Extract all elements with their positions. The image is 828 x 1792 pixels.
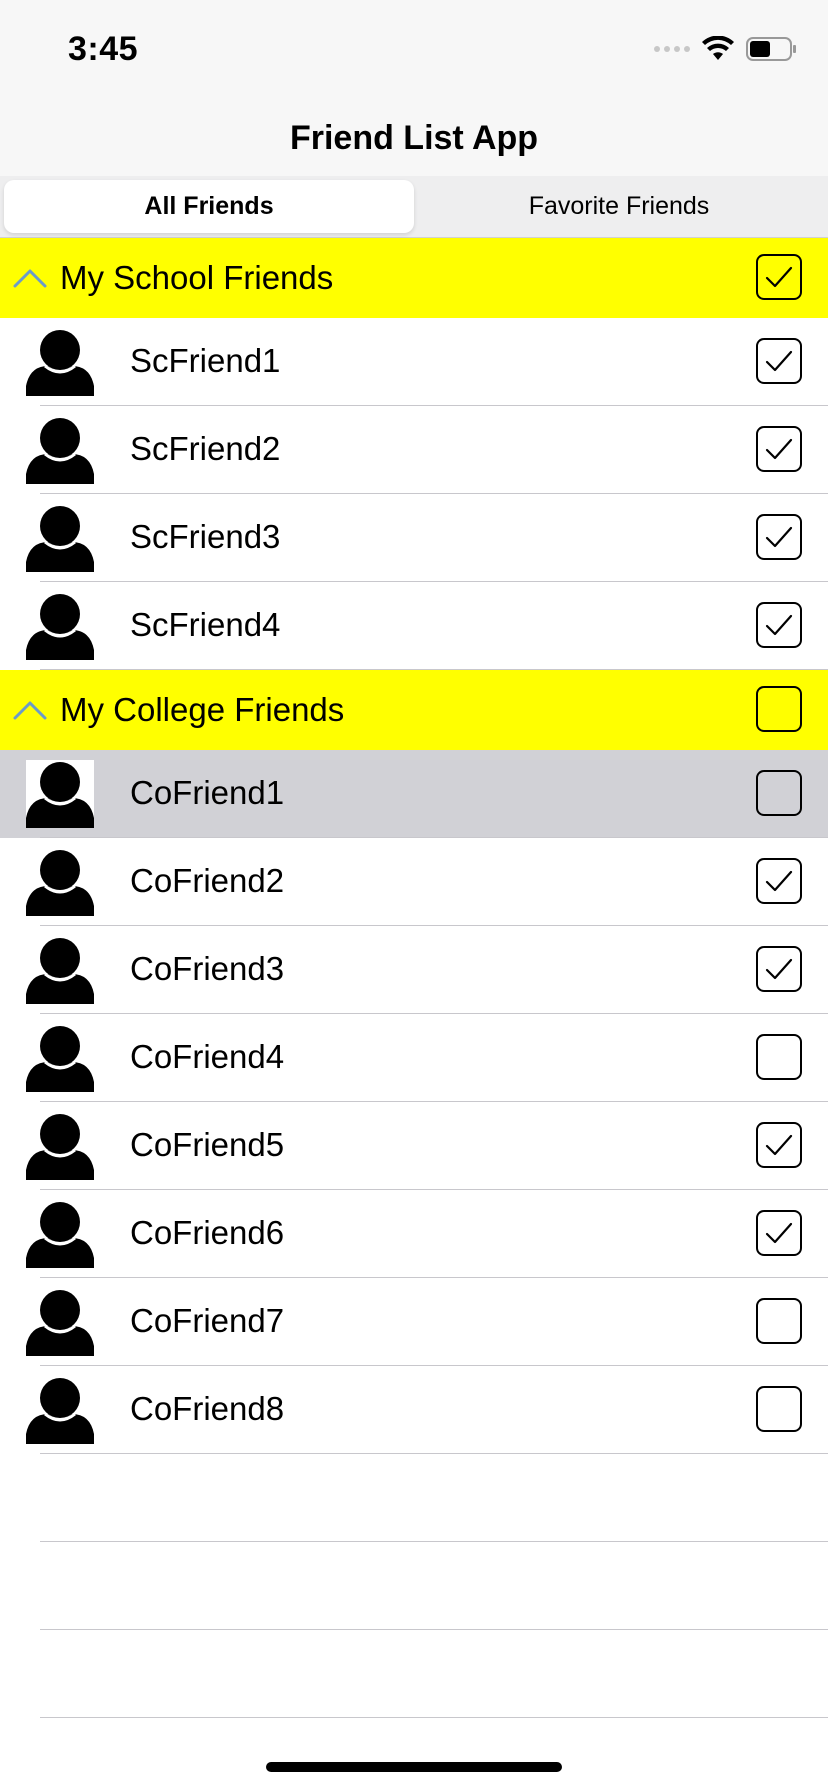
checkmark-icon xyxy=(765,438,793,460)
friend-checkbox[interactable] xyxy=(756,1210,802,1256)
friend-checkbox[interactable] xyxy=(756,338,802,384)
section-header[interactable]: My College Friends xyxy=(0,670,828,750)
person-icon xyxy=(26,416,94,484)
friend-row[interactable]: ScFriend2 xyxy=(0,406,828,494)
friend-row[interactable]: CoFriend6 xyxy=(0,1190,828,1278)
chevron-up-icon[interactable] xyxy=(10,694,50,724)
checkmark-icon xyxy=(765,1134,793,1156)
friend-name: CoFriend6 xyxy=(130,1214,285,1251)
friend-name: CoFriend3 xyxy=(130,950,285,987)
friend-checkbox[interactable] xyxy=(756,946,802,992)
friend-row[interactable]: ScFriend3 xyxy=(0,494,828,582)
person-icon xyxy=(26,760,94,828)
empty-row xyxy=(0,1542,828,1630)
friend-row[interactable]: ScFriend4 xyxy=(0,582,828,670)
segmented-control: All Friends Favorite Friends xyxy=(0,176,828,238)
person-icon xyxy=(26,936,94,1004)
friend-row[interactable]: CoFriend4 xyxy=(0,1014,828,1102)
friend-name: ScFriend1 xyxy=(130,342,281,379)
friend-checkbox[interactable] xyxy=(756,1122,802,1168)
friend-name: CoFriend1 xyxy=(130,774,285,811)
friend-list: My School Friends ScFriend1 ScFriend2 ScFri… xyxy=(0,238,828,1718)
section-title: My School Friends xyxy=(60,259,334,296)
friend-checkbox[interactable] xyxy=(756,514,802,560)
friend-checkbox[interactable] xyxy=(756,770,802,816)
friend-row[interactable]: CoFriend2 xyxy=(0,838,828,926)
friend-row[interactable]: CoFriend1 xyxy=(0,750,828,838)
friend-name: ScFriend2 xyxy=(130,430,281,467)
person-icon xyxy=(26,1376,94,1444)
person-icon xyxy=(26,592,94,660)
chevron-up-icon[interactable] xyxy=(10,262,50,292)
section-title: My College Friends xyxy=(60,691,345,728)
section-checkbox[interactable] xyxy=(756,686,802,732)
friend-name: CoFriend8 xyxy=(130,1390,285,1427)
empty-row xyxy=(0,1630,828,1718)
friend-name: ScFriend4 xyxy=(130,606,281,643)
checkmark-icon xyxy=(765,266,793,288)
empty-row xyxy=(0,1454,828,1542)
navigation-bar: Friend List App xyxy=(0,100,828,177)
checkmark-icon xyxy=(765,958,793,980)
friend-name: CoFriend4 xyxy=(130,1038,285,1075)
friend-checkbox[interactable] xyxy=(756,426,802,472)
person-icon xyxy=(26,1024,94,1092)
friend-checkbox[interactable] xyxy=(756,1298,802,1344)
checkmark-icon xyxy=(765,614,793,636)
person-icon xyxy=(26,1200,94,1268)
person-icon xyxy=(26,848,94,916)
friend-row[interactable]: CoFriend7 xyxy=(0,1278,828,1366)
person-icon xyxy=(26,328,94,396)
tab-all-friends[interactable]: All Friends xyxy=(4,180,414,233)
friend-name: CoFriend2 xyxy=(130,862,285,899)
person-icon xyxy=(26,1112,94,1180)
friend-checkbox[interactable] xyxy=(756,1386,802,1432)
checkmark-icon xyxy=(765,526,793,548)
status-time: 3:45 xyxy=(68,30,139,68)
page-title: Friend List App xyxy=(289,118,539,157)
checkmark-icon xyxy=(765,870,793,892)
status-icons xyxy=(654,34,798,64)
friend-name: CoFriend5 xyxy=(130,1126,285,1163)
checkmark-icon xyxy=(765,1222,793,1244)
friend-row[interactable]: CoFriend3 xyxy=(0,926,828,1014)
wifi-icon xyxy=(702,36,734,60)
section-checkbox[interactable] xyxy=(756,254,802,300)
friend-name: ScFriend3 xyxy=(130,518,281,555)
person-icon xyxy=(26,504,94,572)
signal-icon xyxy=(654,46,690,52)
friend-checkbox[interactable] xyxy=(756,602,802,648)
tab-favorite-friends[interactable]: Favorite Friends xyxy=(414,180,824,233)
person-icon xyxy=(26,1288,94,1356)
friend-row[interactable]: CoFriend8 xyxy=(0,1366,828,1454)
home-indicator[interactable] xyxy=(266,1762,562,1772)
friend-row[interactable]: CoFriend5 xyxy=(0,1102,828,1190)
friend-checkbox[interactable] xyxy=(756,858,802,904)
status-bar: 3:45 xyxy=(0,0,828,100)
battery-icon xyxy=(746,37,796,61)
section-header[interactable]: My School Friends xyxy=(0,238,828,318)
friend-row[interactable]: ScFriend1 xyxy=(0,318,828,406)
checkmark-icon xyxy=(765,350,793,372)
friend-checkbox[interactable] xyxy=(756,1034,802,1080)
friend-name: CoFriend7 xyxy=(130,1302,285,1339)
